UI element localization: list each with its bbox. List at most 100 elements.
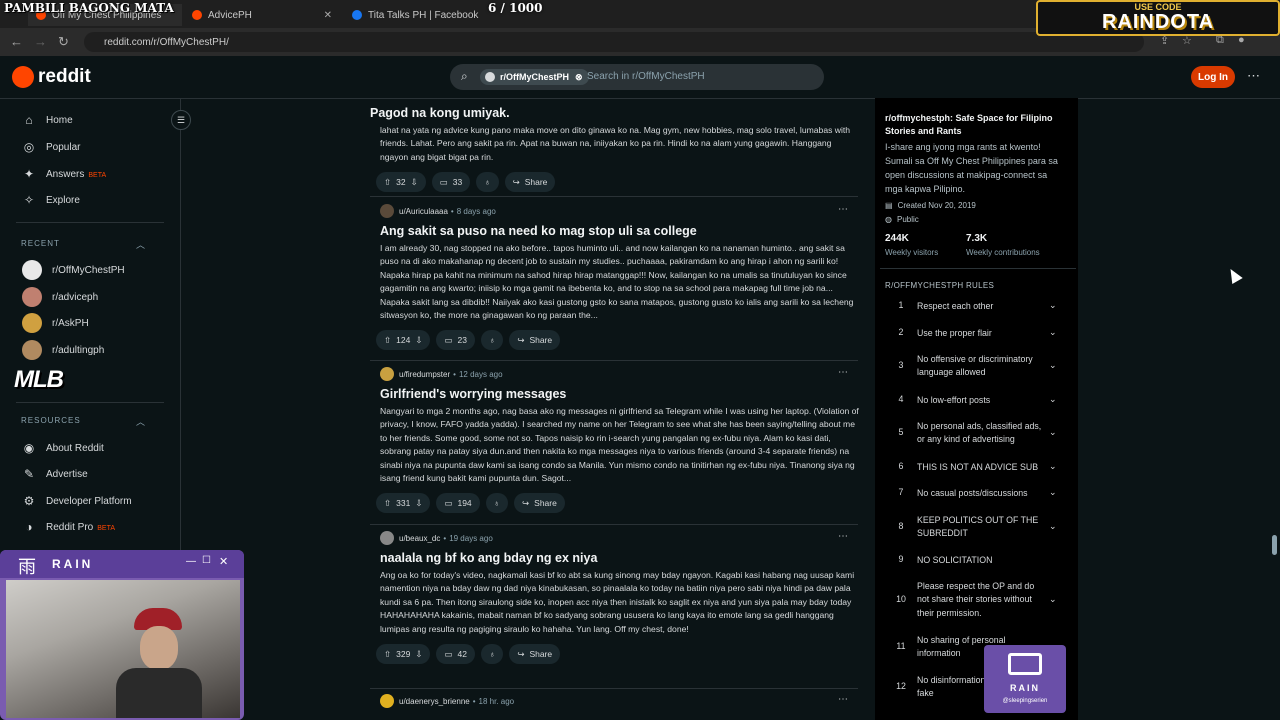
post-card[interactable]: u/Auriculaaaa • 8 days ago ⋯ Ang sakit sa … xyxy=(370,204,860,351)
more-options-icon[interactable]: ⋯ xyxy=(1247,68,1260,84)
reddit-logo-icon[interactable] xyxy=(12,66,34,88)
post-card[interactable]: u/daenerys_brienne • 18 hr. ago ⋯ xyxy=(370,694,860,708)
subreddit-avatar xyxy=(22,287,42,307)
post-overflow-icon[interactable]: ⋯ xyxy=(838,367,848,378)
rule-text: THIS IS NOT AN ADVICE SUB xyxy=(917,462,1039,472)
res-advertise[interactable]: ✎ Advertise xyxy=(22,467,88,481)
recent-heading[interactable]: RECENT xyxy=(21,239,60,248)
close-icon[interactable]: ✕ xyxy=(219,555,228,568)
close-tab-icon[interactable]: ✕ xyxy=(324,10,332,21)
url-field[interactable]: reddit.com/r/OffMyChestPH/ xyxy=(84,32,1144,52)
post-card[interactable]: Pagod na kong umiyak. lahat na yata ng a… xyxy=(370,100,860,193)
chevron-up-icon[interactable]: ︿ xyxy=(136,415,145,428)
post-author[interactable]: u/firedumpster xyxy=(399,370,450,379)
chevron-down-icon[interactable]: ⌄ xyxy=(1049,427,1057,438)
upvote-icon[interactable]: ⇧ xyxy=(384,335,391,346)
chevron-down-icon[interactable]: ⌄ xyxy=(1049,521,1057,532)
post-body[interactable]: I am already 30, nag stopped na ako befo… xyxy=(370,242,860,322)
chevron-down-icon[interactable]: ⌄ xyxy=(1049,360,1057,371)
nav-home[interactable]: ⌂ Home xyxy=(22,113,72,127)
post-author[interactable]: u/daenerys_brienne xyxy=(399,697,470,706)
webcam-video xyxy=(6,580,240,718)
res-pro[interactable]: ◑ Reddit Pro BETA xyxy=(22,520,115,534)
share-button[interactable]: ↪ Share xyxy=(504,172,556,193)
post-actions: ⇧ 329 ⇩ ▭ 42 ♁ ↪ Share xyxy=(370,644,860,665)
chevron-down-icon[interactable]: ⌄ xyxy=(1049,394,1057,405)
recent-offmychestph[interactable]: r/OffMyChestPH xyxy=(22,260,125,280)
upvote-icon[interactable]: ⇧ xyxy=(384,177,391,188)
recent-label: r/adviceph xyxy=(52,291,99,303)
recent-adultingph[interactable]: r/adultingph xyxy=(22,340,104,360)
megaphone-icon: ✎ xyxy=(23,467,35,481)
reddit-favicon-icon xyxy=(192,10,202,20)
chevron-down-icon[interactable]: ⌄ xyxy=(1049,594,1057,605)
post-overflow-icon[interactable]: ⋯ xyxy=(838,694,848,705)
chevron-down-icon[interactable]: ⌄ xyxy=(1049,461,1057,472)
nav-answers[interactable]: ✦ Answers BETA xyxy=(22,167,106,181)
back-icon[interactable]: ← xyxy=(10,34,23,49)
user-avatar xyxy=(380,694,394,708)
forward-icon[interactable]: → xyxy=(34,34,47,49)
chevron-down-icon[interactable]: ⌄ xyxy=(1049,487,1057,498)
rule-number: 1 xyxy=(898,300,904,310)
share-button[interactable]: ↪ Share xyxy=(509,644,561,665)
minimize-icon[interactable]: — xyxy=(186,556,196,567)
scrollbar-thumb[interactable] xyxy=(1272,535,1277,555)
downvote-icon[interactable]: ⇩ xyxy=(415,335,422,346)
chevron-up-icon[interactable]: ︿ xyxy=(136,238,145,251)
comments-button[interactable]: ▭ 23 xyxy=(436,330,475,351)
post-author[interactable]: u/Auriculaaaa xyxy=(399,207,448,216)
post-divider xyxy=(370,360,858,361)
award-button[interactable]: ♁ xyxy=(485,493,509,514)
post-overflow-icon[interactable]: ⋯ xyxy=(838,204,848,215)
comments-button[interactable]: ▭ 33 xyxy=(431,172,471,193)
res-about[interactable]: ◉ About Reddit xyxy=(22,441,104,455)
tab-adviceph[interactable]: AdvicePH ✕ xyxy=(184,4,340,26)
reddit-wordmark[interactable]: reddit xyxy=(38,66,91,88)
post-title[interactable]: Pagod na kong umiyak. xyxy=(370,106,860,120)
share-button[interactable]: ↪ Share xyxy=(509,330,561,351)
post-title[interactable]: Girlfriend's worrying messages xyxy=(370,387,860,401)
upvote-icon[interactable]: ⇧ xyxy=(384,498,391,509)
resources-heading[interactable]: RESOURCES xyxy=(21,416,81,425)
search-input[interactable]: Search in r/OffMyChestPH xyxy=(587,71,705,82)
beta-badge: BETA xyxy=(97,524,116,532)
reload-icon[interactable]: ↻ xyxy=(58,34,69,50)
award-button[interactable]: ♁ xyxy=(480,330,504,351)
post-author[interactable]: u/beaux_dc xyxy=(399,534,440,543)
downvote-icon[interactable]: ⇩ xyxy=(411,177,418,188)
nav-popular[interactable]: ◎ Popular xyxy=(22,140,81,154)
res-developer[interactable]: ⚙ Developer Platform xyxy=(22,494,132,508)
post-card[interactable]: u/beaux_dc • 19 days ago ⋯ naalala ng bf k… xyxy=(370,531,860,665)
upvote-icon[interactable]: ⇧ xyxy=(384,649,391,660)
post-title[interactable]: naalala ng bf ko ang bday ng ex niya xyxy=(370,551,860,565)
post-divider xyxy=(370,524,858,525)
post-overflow-icon[interactable]: ⋯ xyxy=(838,531,848,542)
search-subreddit-chip[interactable]: r/OffMyChestPH ⊗ xyxy=(480,69,589,85)
recent-askph[interactable]: r/AskPH xyxy=(22,313,89,333)
created-date: ▤ Created Nov 20, 2019 xyxy=(885,201,976,210)
downvote-icon[interactable]: ⇩ xyxy=(415,649,422,660)
post-body[interactable]: lahat na yata ng advice kung pano maka m… xyxy=(370,124,860,164)
nav-explore[interactable]: ✧ Explore xyxy=(22,193,80,207)
login-button[interactable]: Log In xyxy=(1191,66,1235,88)
award-icon: ♁ xyxy=(488,649,496,660)
post-title[interactable]: Ang sakit sa puso na need ko mag stop ul… xyxy=(370,224,860,238)
downvote-icon[interactable]: ⇩ xyxy=(415,498,422,509)
comments-button[interactable]: ▭ 42 xyxy=(436,644,475,665)
award-button[interactable]: ♁ xyxy=(480,644,504,665)
post-body[interactable]: Ang oa ko for today's video, nagkamali k… xyxy=(370,569,860,636)
post-card[interactable]: u/firedumpster • 12 days ago ⋯ Girlfriend'… xyxy=(370,367,860,514)
comments-button[interactable]: ▭ 194 xyxy=(436,493,480,514)
share-button[interactable]: ↪ Share xyxy=(514,493,565,514)
shirt-shape xyxy=(116,668,202,718)
recent-adviceph[interactable]: r/adviceph xyxy=(22,287,98,307)
chevron-down-icon[interactable]: ⌄ xyxy=(1049,327,1057,338)
award-button[interactable]: ♁ xyxy=(476,172,499,193)
vote-count: 32 xyxy=(396,177,406,188)
maximize-icon[interactable]: ☐ xyxy=(202,555,211,566)
post-body[interactable]: Nangyari to mga 2 months ago, nag basa a… xyxy=(370,405,860,485)
collapse-sidebar-icon[interactable]: ☰ xyxy=(171,110,191,130)
chevron-down-icon[interactable]: ⌄ xyxy=(1049,300,1057,311)
chip-close-icon[interactable]: ⊗ xyxy=(575,72,583,83)
